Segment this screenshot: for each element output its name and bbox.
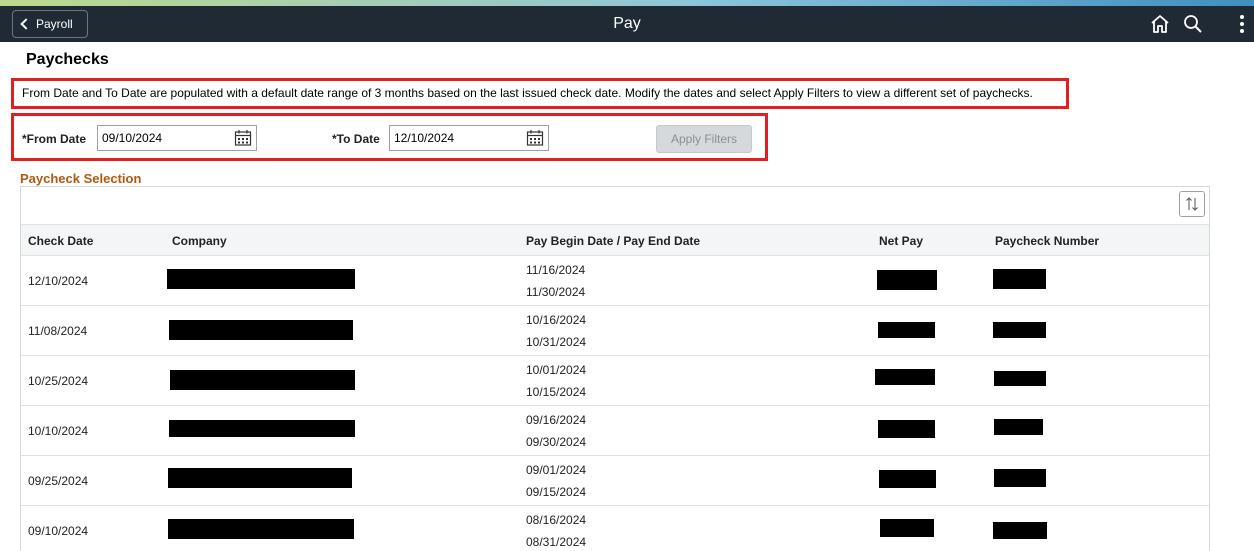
pay-begin-date: 08/16/2024 bbox=[526, 513, 587, 527]
table-row[interactable]: 10/10/2024 09/16/2024 09/30/2024 bbox=[21, 406, 1209, 456]
redacted-paycheck-number bbox=[994, 419, 1043, 435]
paycheck-grid: Check Date Company Pay Begin Date / Pay … bbox=[20, 186, 1210, 551]
check-date: 10/25/2024 bbox=[28, 374, 89, 388]
check-date: 12/10/2024 bbox=[28, 274, 89, 288]
column-header-paycheck-number: Paycheck Number bbox=[995, 234, 1100, 248]
check-date: 11/08/2024 bbox=[28, 324, 88, 338]
pay-end-date: 11/30/2024 bbox=[526, 285, 586, 299]
paycheck-selection-title: Paycheck Selection bbox=[20, 171, 142, 186]
page-heading: Pay bbox=[613, 15, 641, 32]
table-row[interactable]: 09/10/2024 08/16/2024 08/31/2024 bbox=[21, 506, 1209, 551]
grid-toolbar bbox=[21, 187, 1209, 225]
to-date-label: *To Date bbox=[332, 132, 380, 146]
redacted-paycheck-number bbox=[994, 469, 1046, 487]
redacted-paycheck-number bbox=[993, 322, 1046, 338]
from-date-input[interactable]: 09/10/2024 bbox=[97, 125, 257, 151]
redacted-company bbox=[167, 269, 355, 289]
filter-bar: *From Date 09/10/2024 *To Date 12/10/202… bbox=[11, 113, 768, 161]
column-header-check-date: Check Date bbox=[28, 234, 94, 248]
redacted-company bbox=[169, 320, 353, 340]
redacted-company bbox=[168, 468, 352, 488]
pay-end-date: 10/15/2024 bbox=[526, 385, 587, 399]
table-header: Check Date Company Pay Begin Date / Pay … bbox=[21, 225, 1209, 256]
table-row[interactable]: 12/10/2024 11/16/2024 11/30/2024 bbox=[21, 256, 1209, 306]
redacted-net-pay bbox=[878, 420, 935, 438]
column-header-pay-period: Pay Begin Date / Pay End Date bbox=[526, 234, 701, 248]
redacted-net-pay bbox=[878, 322, 935, 338]
from-date-value: 09/10/2024 bbox=[102, 131, 163, 145]
pay-begin-date: 10/01/2024 bbox=[526, 363, 587, 377]
search-icon[interactable] bbox=[1181, 12, 1205, 36]
sort-icon bbox=[1186, 197, 1198, 211]
to-date-input[interactable]: 12/10/2024 bbox=[389, 125, 549, 151]
column-header-net-pay: Net Pay bbox=[879, 234, 924, 248]
redacted-net-pay bbox=[879, 470, 936, 488]
pay-end-date: 09/30/2024 bbox=[526, 435, 587, 449]
redacted-net-pay bbox=[877, 270, 937, 290]
to-date-value: 12/10/2024 bbox=[394, 131, 455, 145]
more-vertical-icon[interactable] bbox=[1232, 12, 1254, 36]
pay-begin-date: 09/01/2024 bbox=[526, 463, 587, 477]
redacted-company bbox=[169, 420, 355, 437]
pay-begin-date: 11/16/2024 bbox=[526, 263, 586, 277]
table-row[interactable]: 09/25/2024 09/01/2024 09/15/2024 bbox=[21, 456, 1209, 506]
redacted-paycheck-number bbox=[993, 522, 1047, 539]
redacted-company bbox=[170, 370, 355, 390]
pay-end-date: 09/15/2024 bbox=[526, 485, 587, 499]
check-date: 10/10/2024 bbox=[28, 424, 89, 438]
sort-button[interactable] bbox=[1179, 191, 1205, 217]
column-header-company: Company bbox=[172, 234, 227, 248]
pay-begin-date: 10/16/2024 bbox=[526, 313, 587, 327]
redacted-net-pay bbox=[875, 369, 935, 385]
calendar-icon[interactable] bbox=[526, 129, 544, 147]
pay-begin-date: 09/16/2024 bbox=[526, 413, 587, 427]
from-date-label: *From Date bbox=[22, 132, 87, 146]
pay-end-date: 08/31/2024 bbox=[526, 535, 587, 549]
home-icon[interactable] bbox=[1148, 12, 1172, 36]
calendar-icon[interactable] bbox=[234, 129, 252, 147]
table-row[interactable]: 11/08/2024 10/16/2024 10/31/2024 bbox=[21, 306, 1209, 356]
table-row[interactable]: 10/25/2024 10/01/2024 10/15/2024 bbox=[21, 356, 1209, 406]
redacted-paycheck-number bbox=[993, 269, 1046, 289]
check-date: 09/25/2024 bbox=[28, 474, 89, 488]
pay-end-date: 10/31/2024 bbox=[526, 335, 587, 349]
top-navigation-bar: Payroll Pay bbox=[0, 6, 1254, 42]
page-title: Paychecks bbox=[26, 51, 109, 68]
redacted-net-pay bbox=[880, 519, 934, 537]
redacted-company bbox=[168, 519, 354, 539]
check-date: 09/10/2024 bbox=[28, 524, 89, 538]
date-range-info-text: From Date and To Date are populated with… bbox=[11, 78, 1069, 109]
apply-filters-button[interactable]: Apply Filters bbox=[656, 125, 752, 153]
redacted-paycheck-number bbox=[994, 371, 1046, 386]
